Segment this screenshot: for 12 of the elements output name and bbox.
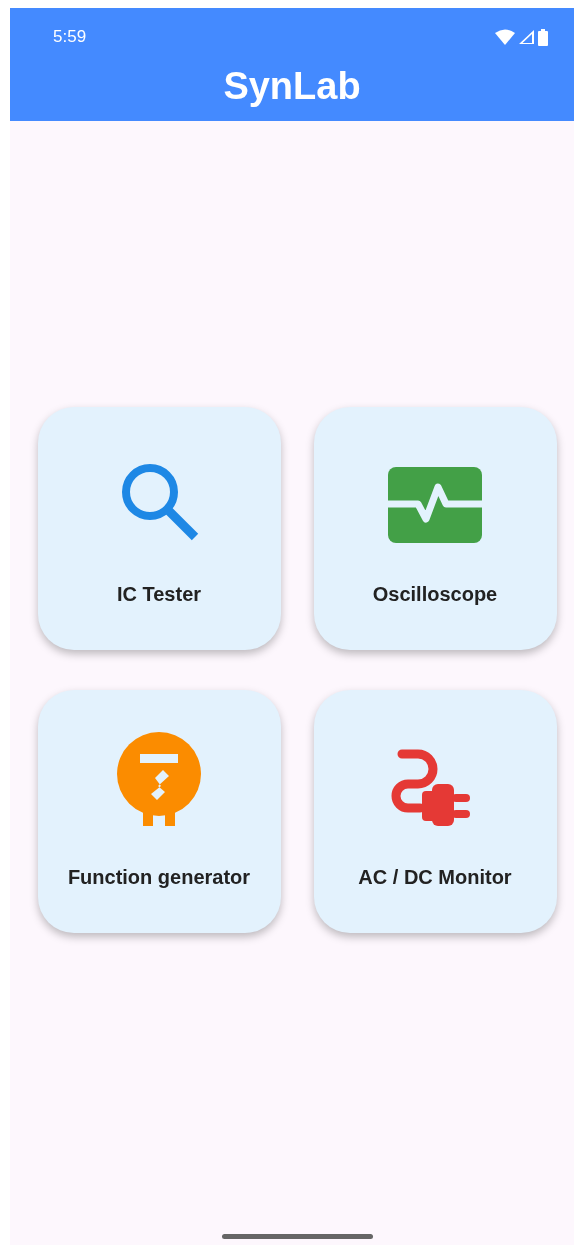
status-time: 5:59 (53, 27, 87, 47)
tool-card[interactable]: AC / DC Monitor (313, 690, 557, 933)
app-title: SynLab (222, 66, 362, 108)
tool-card[interactable]: Function generator (37, 690, 281, 933)
generator-icon (117, 732, 201, 826)
wifi-icon (495, 29, 515, 45)
battery-icon (538, 28, 548, 46)
tool-card[interactable]: IC Tester (37, 407, 281, 650)
pulse-monitor-icon (388, 467, 482, 543)
home-indicator[interactable] (222, 1234, 373, 1239)
signal-icon (518, 29, 535, 45)
tool-card[interactable]: Oscilloscope (313, 407, 557, 650)
